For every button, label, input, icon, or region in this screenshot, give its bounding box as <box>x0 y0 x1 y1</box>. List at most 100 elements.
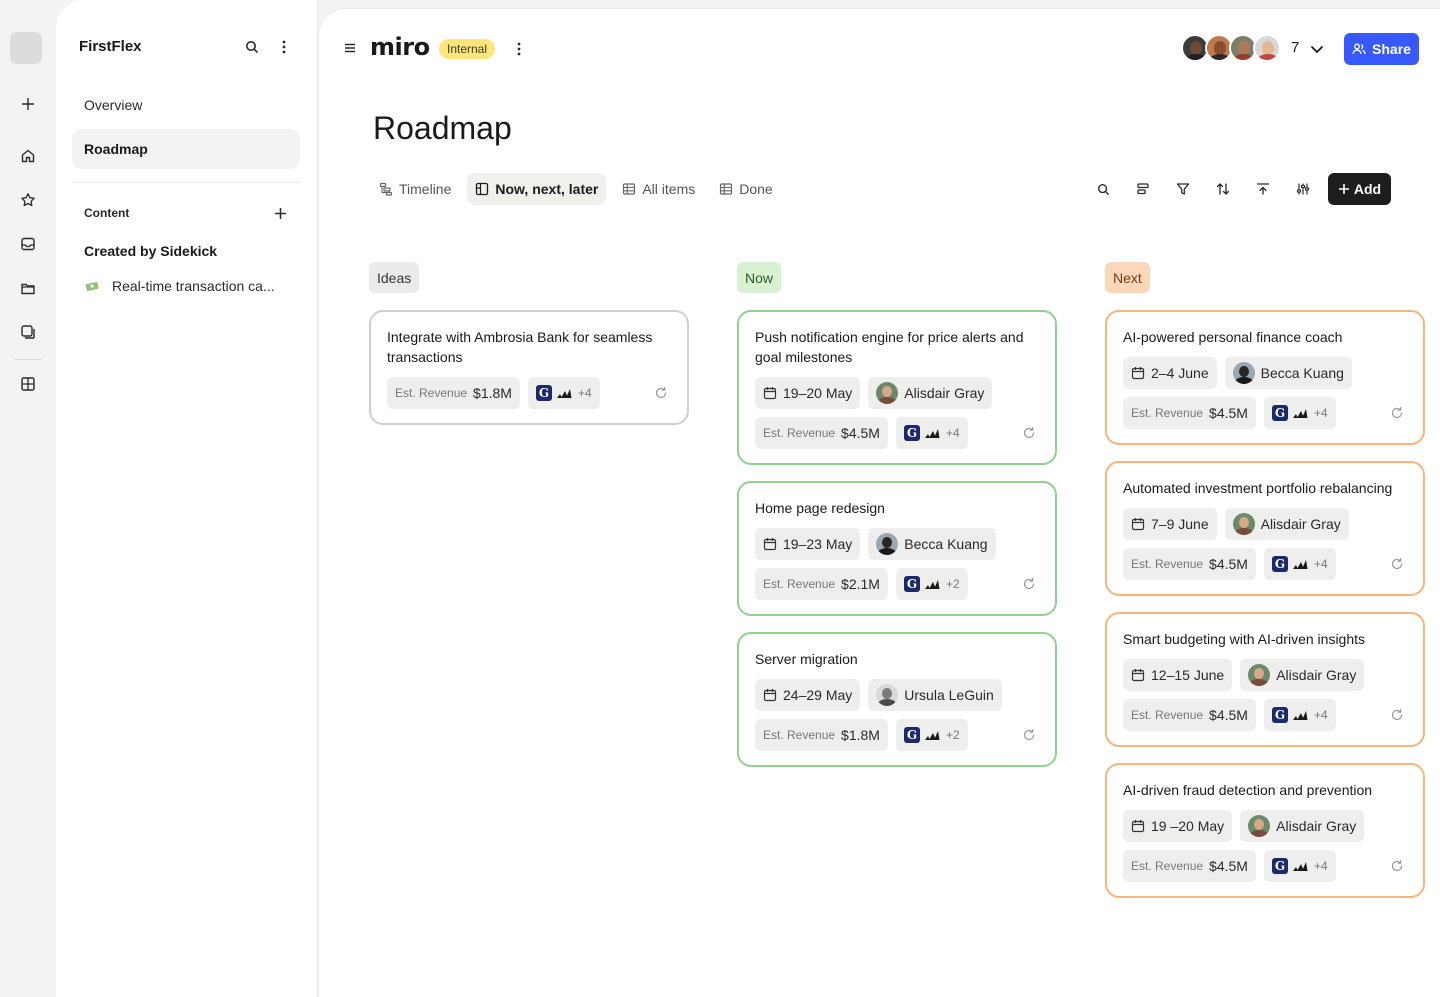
sync-icon[interactable] <box>1387 403 1407 423</box>
card-title: Push notification engine for price alert… <box>755 329 1024 365</box>
workspace-name[interactable]: FirstFlex <box>79 38 142 55</box>
roadmap-card[interactable]: Integrate with Ambrosia Bank for seamles… <box>369 310 689 425</box>
tab-label: Now, next, later <box>495 181 599 197</box>
avatar <box>876 533 899 555</box>
customers-chip[interactable]: G +4 <box>1263 548 1336 580</box>
customers-chip[interactable]: G +2 <box>895 568 968 600</box>
sync-icon[interactable] <box>1019 574 1039 594</box>
tab-done[interactable]: Done <box>711 173 780 205</box>
owner-chip[interactable]: Becca Kuang <box>868 528 996 560</box>
plus-icon[interactable] <box>16 92 40 116</box>
sync-icon[interactable] <box>1387 856 1407 876</box>
date-chip[interactable]: 19–20 May <box>755 377 861 409</box>
filter-icon[interactable] <box>1171 175 1195 203</box>
sidebar-panel: FirstFlex Overview Roadmap Content Creat… <box>56 0 318 997</box>
customers-chip[interactable]: G +4 <box>1263 397 1336 429</box>
share-button[interactable]: Share <box>1344 33 1419 65</box>
priority-icon[interactable] <box>1251 175 1275 203</box>
customers-chip[interactable]: G +4 <box>527 377 600 409</box>
owner-chip[interactable]: Alisdair Gray <box>1224 508 1349 540</box>
card-meta-row: 19 –20 May Alisdair Gray <box>1123 810 1407 842</box>
date-chip[interactable]: 24–29 May <box>755 679 861 711</box>
revenue-chip[interactable]: Est. Revenue $4.5M <box>755 417 888 449</box>
date-chip[interactable]: 19 –20 May <box>1123 810 1233 842</box>
date-chip[interactable]: 19–23 May <box>755 528 861 560</box>
home-icon[interactable] <box>16 144 40 168</box>
card-title: Automated investment portfolio rebalanci… <box>1123 480 1393 496</box>
date-text: 2–4 June <box>1151 365 1209 381</box>
group-icon[interactable] <box>1131 175 1155 203</box>
more-vertical-icon[interactable] <box>273 36 295 58</box>
owner-chip[interactable]: Becca Kuang <box>1224 357 1352 389</box>
collaborator-count[interactable]: 7 <box>1291 39 1299 56</box>
roadmap-card[interactable]: AI-driven fraud detection and prevention… <box>1105 763 1425 898</box>
customers-chip[interactable]: G +2 <box>895 719 968 751</box>
customers-chip[interactable]: G +4 <box>1263 699 1336 731</box>
calendar-icon <box>1131 820 1145 833</box>
revenue-chip[interactable]: Est. Revenue $4.5M <box>1123 699 1256 731</box>
owner-chip[interactable]: Alisdair Gray <box>868 377 993 409</box>
workspace-avatar[interactable] <box>10 32 42 64</box>
owner-chip[interactable]: Alisdair Gray <box>1240 659 1365 691</box>
chevron-down-icon[interactable] <box>1309 41 1325 57</box>
menu-icon[interactable] <box>343 41 359 57</box>
roadmap-card[interactable]: Automated investment portfolio rebalanci… <box>1105 461 1425 596</box>
owner-name: Alisdair Gray <box>1276 818 1357 834</box>
tab-now-next-later[interactable]: Now, next, later <box>467 173 607 205</box>
add-button[interactable]: Add <box>1328 173 1391 205</box>
search-icon[interactable] <box>241 36 263 58</box>
sync-icon[interactable] <box>1019 725 1039 745</box>
revenue-chip[interactable]: Est. Revenue $2.1M <box>755 568 888 600</box>
sidebar-doc-item[interactable]: Real-time transaction ca... <box>84 278 275 294</box>
revenue-chip[interactable]: Est. Revenue $4.5M <box>1123 548 1256 580</box>
roadmap-card[interactable]: Push notification engine for price alert… <box>737 310 1057 465</box>
roadmap-card[interactable]: AI-powered personal finance coach 2–4 Ju… <box>1105 310 1425 445</box>
date-chip[interactable]: 2–4 June <box>1123 357 1217 389</box>
created-by-heading: Created by Sidekick <box>84 243 218 259</box>
more-count: +2 <box>945 577 960 591</box>
sync-icon[interactable] <box>1019 423 1039 443</box>
more-count: +4 <box>1313 557 1328 571</box>
date-text: 19 –20 May <box>1151 818 1225 834</box>
owner-chip[interactable]: Ursula LeGuin <box>868 679 1002 711</box>
sidebar-item-overview[interactable]: Overview <box>72 85 300 125</box>
sync-icon[interactable] <box>1387 705 1407 725</box>
owner-name: Becca Kuang <box>1260 365 1344 381</box>
roadmap-card[interactable]: Smart budgeting with AI-driven insights … <box>1105 612 1425 747</box>
roadmap-card[interactable]: Server migration 24–29 May Ursula LeGuin… <box>737 632 1057 767</box>
tab-all-items[interactable]: All items <box>614 173 703 205</box>
grid-icon[interactable] <box>16 372 40 396</box>
customers-chip[interactable]: G +4 <box>1263 850 1336 882</box>
card-meta-row: 12–15 June Alisdair Gray <box>1123 659 1407 691</box>
date-chip[interactable]: 7–9 June <box>1123 508 1217 540</box>
tab-timeline[interactable]: Timeline <box>371 173 459 205</box>
folder-icon[interactable] <box>16 276 40 300</box>
card-meta-row: 19–20 May Alisdair Gray <box>755 377 1039 409</box>
sync-icon[interactable] <box>651 383 671 403</box>
revenue-chip[interactable]: Est. Revenue $1.8M <box>755 719 888 751</box>
card-revenue-row: Est. Revenue $4.5M G +4 <box>755 417 1039 449</box>
board-more-icon[interactable] <box>511 39 527 59</box>
sort-icon[interactable] <box>1211 175 1235 203</box>
pages-icon[interactable] <box>16 320 40 344</box>
sync-icon[interactable] <box>1387 554 1407 574</box>
date-chip[interactable]: 12–15 June <box>1123 659 1233 691</box>
star-icon[interactable] <box>16 188 40 212</box>
add-content-plus-icon[interactable] <box>270 203 290 223</box>
inbox-icon[interactable] <box>16 232 40 256</box>
owner-chip[interactable]: Alisdair Gray <box>1240 810 1365 842</box>
revenue-chip[interactable]: Est. Revenue $4.5M <box>1123 850 1256 882</box>
search-icon[interactable] <box>1091 175 1115 203</box>
miro-logo[interactable]: miro <box>370 33 430 61</box>
sidebar-item-roadmap[interactable]: Roadmap <box>72 129 300 169</box>
customers-chip[interactable]: G +4 <box>895 417 968 449</box>
revenue-chip[interactable]: Est. Revenue $4.5M <box>1123 397 1256 429</box>
revenue-value: $4.5M <box>1209 556 1248 572</box>
revenue-label: Est. Revenue <box>1131 859 1204 873</box>
settings-sliders-icon[interactable] <box>1291 175 1315 203</box>
collaborator-avatars[interactable] <box>1181 34 1281 62</box>
revenue-chip[interactable]: Est. Revenue $1.8M <box>387 377 520 409</box>
revenue-label: Est. Revenue <box>763 577 836 591</box>
g-logo-icon: G <box>903 727 920 743</box>
roadmap-card[interactable]: Home page redesign 19–23 May Becca Kuang… <box>737 481 1057 616</box>
